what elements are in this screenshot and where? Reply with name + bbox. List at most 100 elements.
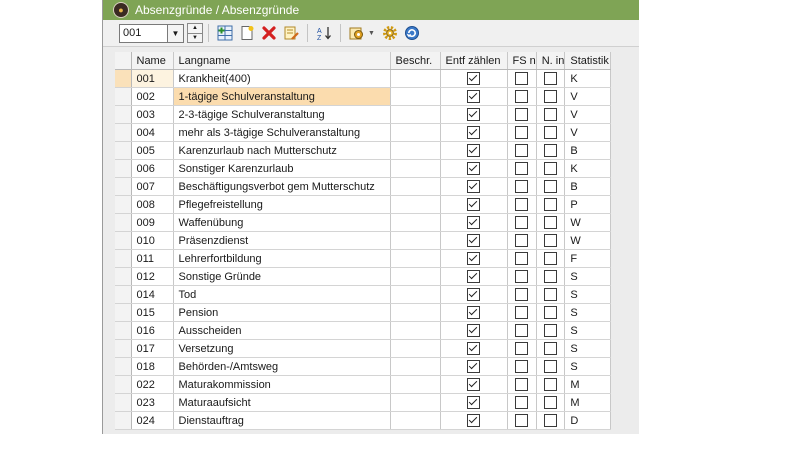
cell-statistik[interactable]: F [564,249,612,268]
checkbox-n-in-cell[interactable] [536,411,566,430]
checkbox-n-in-cell[interactable] [536,231,566,250]
checkbox-n-in-cell[interactable] [536,69,566,88]
cell-statistik[interactable]: B [564,141,612,160]
cell-langname[interactable]: Tod [173,285,391,304]
table-row[interactable]: 024 Dienstauftrag D [115,411,612,430]
checkbox-fs-n-cell[interactable] [507,303,537,322]
column-header-statistik[interactable]: Statistik [564,52,612,70]
cell-langname[interactable]: Maturaaufsicht [173,393,391,412]
cell-beschr[interactable] [390,303,441,322]
checkbox-fs-n[interactable] [515,378,529,391]
checkbox-entf-zaehlen[interactable] [467,108,480,121]
checkbox-fs-n[interactable] [515,108,529,121]
checkbox-n-in-cell[interactable] [536,87,566,106]
table-row[interactable]: 001 Krankheit(400) K [115,69,612,88]
checkbox-n-in[interactable] [544,288,558,301]
cell-name[interactable]: 014 [131,285,174,304]
chevron-down-icon[interactable]: ▼ [167,24,183,42]
cell-beschr[interactable] [390,87,441,106]
checkbox-n-in[interactable] [544,378,558,391]
cell-name[interactable]: 008 [131,195,174,214]
checkbox-n-in[interactable] [544,396,558,409]
checkbox-n-in[interactable] [544,162,558,175]
checkbox-n-in-cell[interactable] [536,375,566,394]
checkbox-fs-n-cell[interactable] [507,267,537,286]
checkbox-fs-n-cell[interactable] [507,123,537,142]
table-row[interactable]: 002 1-tägige Schulveranstaltung V [115,87,612,106]
table-row[interactable]: 017 Versetzung S [115,339,612,358]
checkbox-n-in[interactable] [544,108,558,121]
cell-name[interactable]: 023 [131,393,174,412]
cell-langname[interactable]: Versetzung [173,339,391,358]
checkbox-n-in-cell[interactable] [536,285,566,304]
spin-up-icon[interactable]: ▲ [188,24,202,33]
checkbox-n-in[interactable] [544,216,558,229]
checkbox-n-in[interactable] [544,324,558,337]
checkbox-entf-zaehlen-cell[interactable] [440,69,508,88]
cell-langname[interactable]: mehr als 3-tägige Schulveranstaltung [173,123,391,142]
table-row[interactable]: 018 Behörden-/Amtsweg S [115,357,612,376]
checkbox-entf-zaehlen-cell[interactable] [440,321,508,340]
checkbox-entf-zaehlen-cell[interactable] [440,123,508,142]
cell-beschr[interactable] [390,105,441,124]
cell-statistik[interactable]: M [564,375,612,394]
record-spinner[interactable]: ▲ ▼ [187,23,203,43]
checkbox-entf-zaehlen-cell[interactable] [440,105,508,124]
checkbox-entf-zaehlen[interactable] [467,216,480,229]
cell-beschr[interactable] [390,285,441,304]
checkbox-entf-zaehlen-cell[interactable] [440,141,508,160]
checkbox-entf-zaehlen[interactable] [467,414,480,427]
checkbox-n-in-cell[interactable] [536,303,566,322]
checkbox-fs-n-cell[interactable] [507,141,537,160]
checkbox-entf-zaehlen[interactable] [467,342,480,355]
checkbox-fs-n[interactable] [515,180,529,193]
spin-down-icon[interactable]: ▼ [188,32,202,43]
checkbox-fs-n[interactable] [515,162,529,175]
checkbox-entf-zaehlen-cell[interactable] [440,177,508,196]
table-row[interactable]: 006 Sonstiger Karenzurlaub K [115,159,612,178]
cell-beschr[interactable] [390,69,441,88]
checkbox-entf-zaehlen-cell[interactable] [440,411,508,430]
checkbox-fs-n-cell[interactable] [507,321,537,340]
checkbox-entf-zaehlen-cell[interactable] [440,303,508,322]
cell-beschr[interactable] [390,339,441,358]
checkbox-n-in[interactable] [544,414,558,427]
checkbox-entf-zaehlen-cell[interactable] [440,87,508,106]
checkbox-fs-n[interactable] [515,90,529,103]
checkbox-n-in-cell[interactable] [536,249,566,268]
list-add-button[interactable] [215,23,235,43]
checkbox-fs-n-cell[interactable] [507,339,537,358]
table-row[interactable]: 005 Karenzurlaub nach Mutterschutz B [115,141,612,160]
cell-beschr[interactable] [390,177,441,196]
options-dropdown-icon[interactable]: ▼ [368,30,375,37]
table-row[interactable]: 010 Präsenzdienst W [115,231,612,250]
checkbox-fs-n-cell[interactable] [507,69,537,88]
code-selector-value[interactable]: 001 [120,27,167,39]
cell-beschr[interactable] [390,231,441,250]
checkbox-entf-zaehlen-cell[interactable] [440,249,508,268]
cell-statistik[interactable]: S [564,303,612,322]
checkbox-entf-zaehlen-cell[interactable] [440,357,508,376]
cell-name[interactable]: 024 [131,411,174,430]
table-row[interactable]: 014 Tod S [115,285,612,304]
checkbox-entf-zaehlen[interactable] [467,180,480,193]
checkbox-n-in[interactable] [544,234,558,247]
code-selector[interactable]: 001 ▼ [119,23,184,43]
checkbox-n-in-cell[interactable] [536,105,566,124]
checkbox-n-in[interactable] [544,270,558,283]
table-row[interactable]: 012 Sonstige Gründe S [115,267,612,286]
refresh-button[interactable] [402,23,422,43]
cell-langname[interactable]: Lehrerfortbildung [173,249,391,268]
cell-langname[interactable]: 2-3-tägige Schulveranstaltung [173,105,391,124]
cell-name[interactable]: 018 [131,357,174,376]
cell-langname[interactable]: Pflegefreistellung [173,195,391,214]
cell-name[interactable]: 022 [131,375,174,394]
cell-langname[interactable]: Maturakommission [173,375,391,394]
checkbox-n-in[interactable] [544,306,558,319]
checkbox-n-in-cell[interactable] [536,177,566,196]
checkbox-n-in[interactable] [544,342,558,355]
column-header-beschr[interactable]: Beschr. [390,52,441,70]
column-header-n-in[interactable]: N. in [536,52,566,70]
cell-beschr[interactable] [390,375,441,394]
checkbox-entf-zaehlen-cell[interactable] [440,267,508,286]
